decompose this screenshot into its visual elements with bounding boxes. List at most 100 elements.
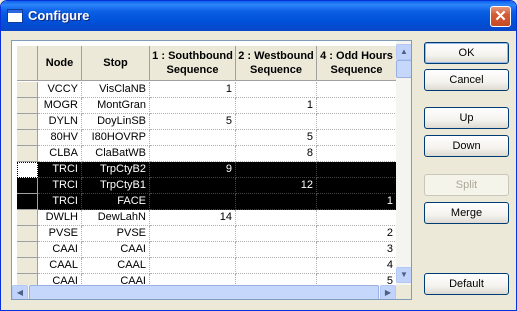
cell-odd-hours[interactable]: 2 [317, 226, 397, 242]
row-header[interactable] [17, 98, 38, 114]
vertical-scrollbar[interactable]: ▲ ▼ [396, 41, 411, 285]
cell-node[interactable]: TRCI [38, 162, 82, 178]
cell-stop[interactable]: FACE [82, 194, 150, 210]
table-row[interactable]: CAAI CAAI 3 [12, 242, 397, 258]
row-header[interactable] [17, 146, 38, 162]
row-header[interactable] [17, 162, 38, 178]
table-row[interactable]: PVSE PVSE 2 [12, 226, 397, 242]
cell-node[interactable]: MOGR [38, 98, 82, 114]
cancel-button[interactable]: Cancel [424, 69, 509, 91]
cell-odd-hours[interactable]: 3 [317, 242, 397, 258]
cell-westbound[interactable]: 5 [236, 130, 317, 146]
column-header-westbound[interactable]: 2 : Westbound Sequence [236, 46, 317, 81]
cell-odd-hours[interactable] [317, 114, 397, 130]
row-header[interactable] [17, 82, 38, 98]
cell-southbound[interactable] [150, 194, 236, 210]
cell-southbound[interactable] [150, 146, 236, 162]
cell-westbound[interactable] [236, 258, 317, 274]
table-row[interactable]: TRCI TrpCtyB2 9 [12, 162, 397, 178]
close-button[interactable]: ✕ [490, 6, 511, 27]
row-header[interactable] [17, 226, 38, 242]
cell-westbound[interactable] [236, 242, 317, 258]
table-row[interactable]: VCCY VisClaNB 1 [12, 82, 397, 98]
table-row[interactable]: CLBA ClaBatWB 8 [12, 146, 397, 162]
scroll-down-button[interactable]: ▼ [396, 267, 411, 283]
row-header[interactable] [17, 130, 38, 146]
up-button[interactable]: Up [424, 107, 509, 129]
table-row[interactable]: CAAL CAAL 4 [12, 258, 397, 274]
cell-odd-hours[interactable] [317, 98, 397, 114]
table-row[interactable]: TRCI FACE 1 [12, 194, 397, 210]
cell-westbound[interactable] [236, 210, 317, 226]
cell-southbound[interactable]: 1 [150, 82, 236, 98]
column-header-southbound[interactable]: 1 : Southbound Sequence [150, 46, 236, 81]
scroll-up-button[interactable]: ▲ [396, 44, 411, 60]
cell-stop[interactable]: VisClaNB [82, 82, 150, 98]
cell-westbound[interactable] [236, 194, 317, 210]
cell-stop[interactable]: TrpCtyB2 [82, 162, 150, 178]
cell-node[interactable]: PVSE [38, 226, 82, 242]
cell-node[interactable]: CAAI [38, 242, 82, 258]
column-header-stop[interactable]: Stop [82, 46, 150, 81]
cell-westbound[interactable]: 12 [236, 178, 317, 194]
row-header[interactable] [17, 114, 38, 130]
cell-stop[interactable]: CAAI [82, 242, 150, 258]
default-button[interactable]: Default [424, 273, 509, 295]
cell-southbound[interactable] [150, 226, 236, 242]
cell-node[interactable]: TRCI [38, 194, 82, 210]
cell-node[interactable]: DYLN [38, 114, 82, 130]
column-header-odd-hours[interactable]: 4 : Odd Hours Sequence [317, 46, 397, 81]
table-row[interactable]: DYLN DoyLinSB 5 [12, 114, 397, 130]
cell-stop[interactable]: DoyLinSB [82, 114, 150, 130]
cell-odd-hours[interactable] [317, 210, 397, 226]
cell-node[interactable]: DWLH [38, 210, 82, 226]
horizontal-scrollbar[interactable]: ◀ ▶ [12, 285, 396, 299]
cell-westbound[interactable] [236, 114, 317, 130]
row-header[interactable] [17, 258, 38, 274]
split-button[interactable]: Split [424, 174, 509, 196]
cell-stop[interactable]: DewLahN [82, 210, 150, 226]
scroll-right-button[interactable]: ▶ [380, 285, 396, 299]
cell-odd-hours[interactable]: 4 [317, 258, 397, 274]
cell-westbound[interactable] [236, 162, 317, 178]
merge-button[interactable]: Merge [424, 202, 509, 224]
table-row[interactable]: MOGR MontGran 1 [12, 98, 397, 114]
down-button[interactable]: Down [424, 135, 509, 157]
cell-southbound[interactable] [150, 178, 236, 194]
cell-odd-hours[interactable] [317, 146, 397, 162]
cell-odd-hours[interactable] [317, 82, 397, 98]
cell-stop[interactable]: MontGran [82, 98, 150, 114]
column-header-node[interactable]: Node [38, 46, 82, 81]
table-row[interactable]: DWLH DewLahN 14 [12, 210, 397, 226]
cell-westbound[interactable]: 1 [236, 98, 317, 114]
ok-button[interactable]: OK [424, 42, 509, 64]
scroll-left-button[interactable]: ◀ [12, 285, 28, 299]
table-row[interactable]: 80HV I80HOVRP 5 [12, 130, 397, 146]
row-header[interactable] [17, 210, 38, 226]
cell-stop[interactable]: PVSE [82, 226, 150, 242]
cell-southbound[interactable]: 9 [150, 162, 236, 178]
cell-node[interactable]: 80HV [38, 130, 82, 146]
cell-stop[interactable]: CAAL [82, 258, 150, 274]
cell-southbound[interactable] [150, 242, 236, 258]
cell-southbound[interactable] [150, 98, 236, 114]
cell-westbound[interactable]: 8 [236, 146, 317, 162]
cell-node[interactable]: CAAL [38, 258, 82, 274]
table-row[interactable]: TRCI TrpCtyB1 12 [12, 178, 397, 194]
cell-stop[interactable]: TrpCtyB1 [82, 178, 150, 194]
cell-southbound[interactable]: 5 [150, 114, 236, 130]
cell-westbound[interactable] [236, 226, 317, 242]
title-bar[interactable]: Configure ✕ [1, 1, 516, 31]
cell-stop[interactable]: I80HOVRP [82, 130, 150, 146]
row-header[interactable] [17, 178, 38, 194]
horizontal-scroll-thumb[interactable] [29, 285, 379, 299]
cell-odd-hours[interactable]: 1 [317, 194, 397, 210]
cell-southbound[interactable] [150, 258, 236, 274]
cell-odd-hours[interactable] [317, 130, 397, 146]
cell-odd-hours[interactable] [317, 162, 397, 178]
cell-node[interactable]: TRCI [38, 178, 82, 194]
cell-southbound[interactable] [150, 130, 236, 146]
cell-node[interactable]: VCCY [38, 82, 82, 98]
vertical-scroll-thumb[interactable] [396, 60, 411, 78]
cell-node[interactable]: CLBA [38, 146, 82, 162]
